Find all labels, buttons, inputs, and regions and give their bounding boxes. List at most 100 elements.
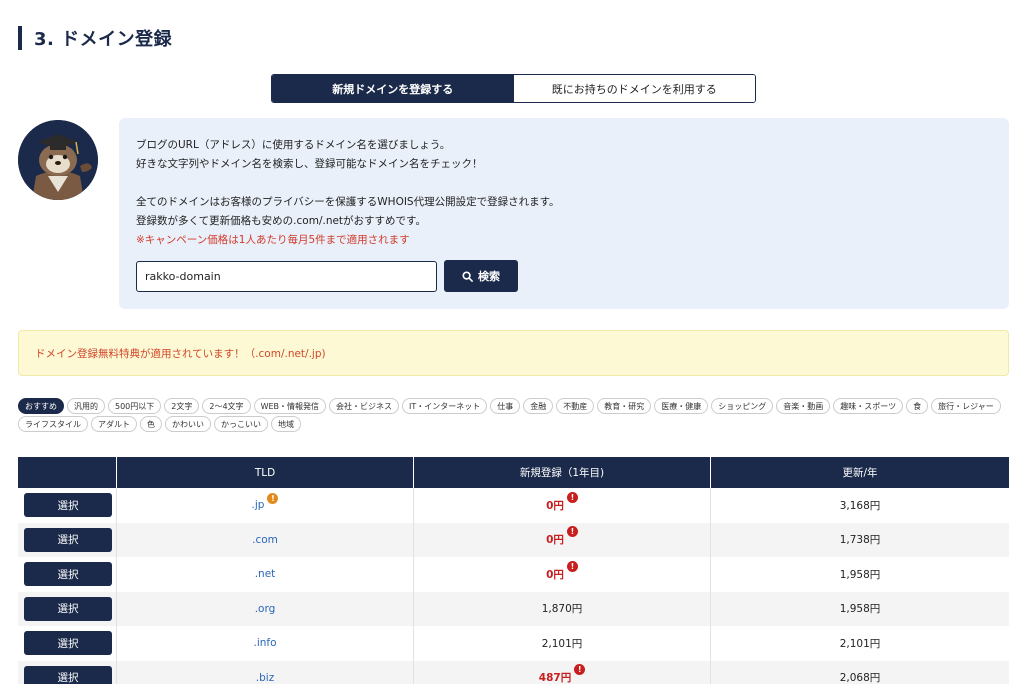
info-line: 好きな文字列やドメイン名を検索し、登録可能なドメイン名をチェック！ xyxy=(136,158,483,170)
category-tag[interactable]: 食 xyxy=(906,398,929,414)
info-line: 全てのドメインはお客様のプライバシーを保護するWHOIS代理公開設定で登録されま… xyxy=(136,196,560,208)
info-line: ブログのURL（アドレス）に使用するドメイン名を選びましょう。 xyxy=(136,139,451,151)
header-renewal: 更新/年 xyxy=(842,467,878,479)
new-price-cell: 0円! xyxy=(414,522,711,557)
category-tag[interactable]: 仕事 xyxy=(490,398,521,414)
new-price: 487円 xyxy=(538,672,572,684)
tab-new-domain[interactable]: 新規ドメインを登録する xyxy=(272,75,514,102)
select-button[interactable]: 選択 xyxy=(24,527,112,552)
tld-link[interactable]: .net xyxy=(255,568,276,580)
select-button[interactable]: 選択 xyxy=(24,493,112,518)
tld-cell: .org xyxy=(117,591,414,626)
table-row: 選択 .biz 487円! 2,068円 xyxy=(18,660,1009,684)
tld-link[interactable]: .org xyxy=(255,603,276,615)
select-button[interactable]: 選択 xyxy=(24,631,112,656)
category-tag[interactable]: 医療・健康 xyxy=(654,398,709,414)
registration-mode-toggle: 新規ドメインを登録する 既にお持ちのドメインを利用する xyxy=(271,74,756,103)
info-badge-icon[interactable]: ! xyxy=(267,493,279,505)
new-price: 2,101円 xyxy=(541,637,583,650)
category-tag[interactable]: 金融 xyxy=(523,398,554,414)
tab-existing-domain[interactable]: 既にお持ちのドメインを利用する xyxy=(513,75,755,102)
select-cell: 選択 xyxy=(18,660,117,684)
header-tld: TLD xyxy=(117,457,414,488)
new-price-cell: 1,870円 xyxy=(414,591,711,626)
category-tag[interactable]: 教育・研究 xyxy=(597,398,652,414)
tld-link[interactable]: .jp xyxy=(252,499,265,511)
tld-link[interactable]: .info xyxy=(253,637,276,649)
renewal-price: 3,168円 xyxy=(839,499,881,512)
tld-link[interactable]: .com xyxy=(252,534,278,546)
category-tag[interactable]: IT・インターネット xyxy=(402,398,488,414)
otter-mascot-icon xyxy=(18,120,98,200)
category-tag[interactable]: 旅行・レジャー xyxy=(931,398,1001,414)
select-button[interactable]: 選択 xyxy=(24,596,112,621)
select-cell: 選択 xyxy=(18,591,117,626)
tld-cell: .info xyxy=(117,626,414,661)
new-price: 0円 xyxy=(546,568,564,581)
renewal-price-cell: 1,958円 xyxy=(711,592,1009,627)
category-tag[interactable]: 汎用的 xyxy=(67,398,105,414)
renewal-price-cell: 2,068円 xyxy=(711,661,1009,684)
info-text-block: ブログのURL（アドレス）に使用するドメイン名を選びましょう。 好きな文字列やド… xyxy=(136,136,560,250)
new-price-cell: 487円! xyxy=(414,660,711,684)
table-row: 選択 .org 1,870円 1,958円 xyxy=(18,591,1009,627)
domain-search-input[interactable]: rakko-domain xyxy=(136,261,437,292)
category-tag[interactable]: かっこいい xyxy=(214,416,268,432)
info-line: 登録数が多くて更新価格も安めの.com/.netがおすすめです。 xyxy=(136,215,427,227)
new-price-cell: 0円! xyxy=(414,488,711,523)
tld-cell: .net xyxy=(117,557,414,592)
renewal-price-cell: 1,958円 xyxy=(711,557,1009,592)
header-new-registration: 新規登録（1年目) xyxy=(414,457,711,488)
table-row: 選択 .jp! 0円! 3,168円 xyxy=(18,488,1009,523)
category-tag[interactable]: WEB・情報発信 xyxy=(253,398,327,414)
category-tag[interactable]: かわいい xyxy=(165,416,211,432)
table-row: 選択 .info 2,101円 2,101円 xyxy=(18,626,1009,661)
notice-text: ドメイン登録無料特典が適用されています！（.com/.net/.jp) xyxy=(35,347,326,360)
category-tag[interactable]: 趣味・スポーツ xyxy=(833,398,904,414)
campaign-badge-icon[interactable]: ! xyxy=(574,664,586,676)
category-tag[interactable]: 色 xyxy=(140,416,162,432)
renewal-price-cell: 1,738円 xyxy=(711,523,1009,558)
new-price-cell: 0円! xyxy=(414,557,711,592)
category-tag[interactable]: 2文字 xyxy=(164,398,200,414)
select-button[interactable]: 選択 xyxy=(24,665,112,684)
search-button[interactable]: 検索 xyxy=(444,260,518,292)
tld-link[interactable]: .biz xyxy=(256,672,274,684)
category-filter-tags: おすすめ 汎用的 500円以下 2文字 2〜4文字 WEB・情報発信 会社・ビジネス IT・イ… xyxy=(18,398,1024,432)
category-tag[interactable]: ショッピング xyxy=(711,398,774,414)
renewal-price-cell: 2,101円 xyxy=(711,626,1009,661)
header-select-column xyxy=(18,457,117,488)
domain-info-panel: ブログのURL（アドレス）に使用するドメイン名を選びましょう。 好きな文字列やド… xyxy=(119,118,1009,309)
new-price-cell: 2,101円 xyxy=(414,626,711,661)
select-cell: 選択 xyxy=(18,626,117,661)
campaign-badge-icon[interactable]: ! xyxy=(566,491,578,503)
search-icon xyxy=(462,270,473,282)
renewal-price: 1,738円 xyxy=(839,534,881,547)
renewal-price: 1,958円 xyxy=(839,603,881,616)
tld-cell: .jp! xyxy=(117,488,414,523)
section-heading: 3. ドメイン登録 xyxy=(18,26,172,50)
category-tag[interactable]: 音楽・動画 xyxy=(776,398,831,414)
category-tag[interactable]: 地域 xyxy=(271,416,301,432)
campaign-badge-icon[interactable]: ! xyxy=(566,560,578,572)
select-button[interactable]: 選択 xyxy=(24,562,112,587)
domain-price-table: TLD 新規登録（1年目) 更新/年 選択 .jp! 0円! 3,168円 選択 .com… xyxy=(18,457,1009,684)
new-price: 0円 xyxy=(546,534,564,547)
campaign-badge-icon[interactable]: ! xyxy=(566,526,578,538)
new-price: 0円 xyxy=(546,499,564,512)
renewal-price: 2,068円 xyxy=(839,672,881,684)
category-tag[interactable]: 2〜4文字 xyxy=(202,398,251,414)
category-tag[interactable]: 500円以下 xyxy=(108,398,162,414)
category-tag[interactable]: 会社・ビジネス xyxy=(329,398,400,414)
search-button-label: 検索 xyxy=(478,270,500,283)
category-tag[interactable]: アダルト xyxy=(91,416,137,432)
free-offer-notice: ドメイン登録無料特典が適用されています！（.com/.net/.jp) xyxy=(18,330,1009,376)
category-tag[interactable]: ライフスタイル xyxy=(18,416,88,432)
category-tag[interactable]: おすすめ xyxy=(18,398,64,414)
select-cell: 選択 xyxy=(18,488,117,523)
category-tag[interactable]: 不動産 xyxy=(556,398,595,414)
table-row: 選択 .net 0円! 1,958円 xyxy=(18,557,1009,592)
tld-cell: .com xyxy=(117,522,414,557)
renewal-price: 2,101円 xyxy=(839,637,881,650)
new-price: 1,870円 xyxy=(541,603,583,616)
